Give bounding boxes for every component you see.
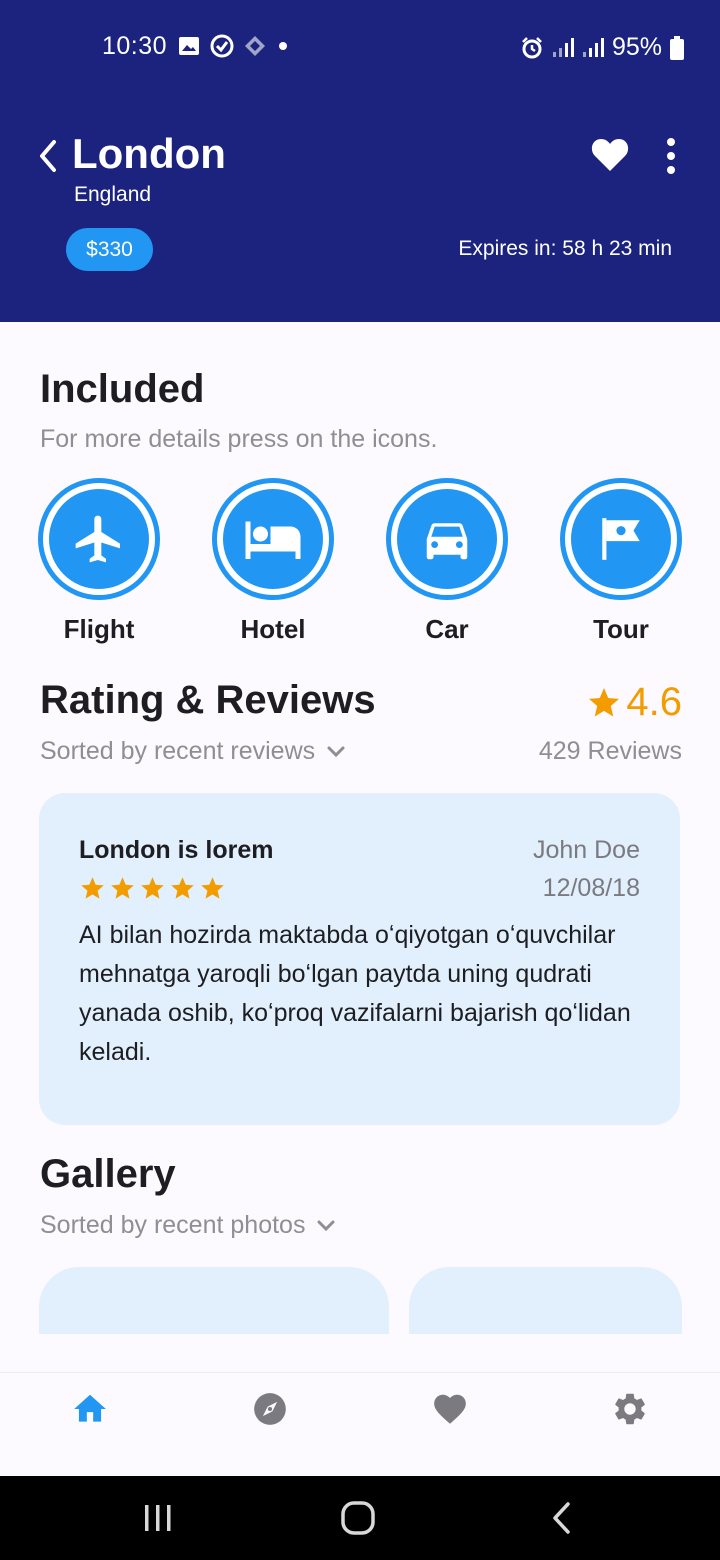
review-author: John Doe [532,836,640,864]
bottom-nav [0,1372,720,1476]
reviews-title: Rating & Reviews [40,678,376,722]
compass-icon [254,1393,286,1425]
included-subtitle: For more details press on the icons. [40,425,438,453]
dot-icon [279,42,287,50]
included-circle [397,489,497,589]
star-icon [201,877,224,899]
star-icon [81,877,104,899]
favorite-button[interactable] [590,137,630,173]
chevron-left-icon [40,140,56,172]
country-label: England [74,183,152,206]
system-nav-bar [0,1476,720,1560]
back-icon [553,1502,570,1534]
included-label-car: Car [425,614,469,644]
heart-icon [434,1394,466,1424]
car-icon [426,523,468,560]
home-circle-icon [341,1501,375,1535]
more-options-button[interactable] [660,136,682,176]
messenger-icon [210,34,234,58]
recent-apps-icon [145,1505,171,1531]
status-icons-right: 95% [520,33,684,62]
included-title: Included [40,367,205,411]
status-icons-left [178,34,290,58]
gallery-sort-label: Sorted by recent photos [40,1211,306,1239]
gallery-sort-dropdown[interactable]: Sorted by recent photos [40,1211,337,1240]
star-icon [141,877,164,899]
status-bar: 10:30 95% [0,0,720,94]
star-icon [171,877,194,899]
more-vert-icon [667,138,675,174]
expires-label: Expires in: 58 h 23 min [458,237,672,260]
rating-value: 4.6 [626,680,682,724]
flag-icon [602,518,640,560]
gallery-photo[interactable] [39,1267,389,1334]
rating-summary: 4.6 [586,680,682,725]
review-title: London is lorem [79,836,274,864]
review-card[interactable]: London is lorem John Doe 12/08/18 AI bil… [39,793,680,1125]
heart-icon [591,139,629,171]
home-icon [74,1394,106,1422]
nav-explore[interactable] [250,1389,290,1429]
bed-icon [245,521,301,559]
included-ring [386,478,508,600]
chevron-down-icon [317,1220,335,1231]
included-label-hotel: Hotel [240,614,306,644]
review-body: AI bilan hozirda maktabda oʻqiyotgan oʻq… [79,921,631,1066]
status-time: 10:30 [102,32,168,60]
included-circle [571,489,671,589]
included-ring [38,478,160,600]
signal-icon [582,37,604,57]
diamond-icon [245,36,265,56]
included-item-flight[interactable]: Flight [37,478,161,645]
gallery-photo[interactable] [409,1267,682,1334]
image-icon [179,37,199,55]
star-icon [111,877,134,899]
review-stars [79,875,226,902]
nav-home[interactable] [70,1389,110,1429]
reviews-count: 429 Reviews [538,737,682,765]
review-date: 12/08/18 [542,874,640,902]
price-badge: $330 [66,228,153,271]
signal-icon [552,37,574,57]
battery-percent: 95% [611,33,662,61]
nav-favorites[interactable] [430,1389,470,1429]
settings-icon [615,1393,645,1425]
included-circle [49,489,149,589]
included-ring [212,478,334,600]
star-icon [589,687,620,716]
reviews-sort-label: Sorted by recent reviews [40,737,316,765]
included-ring [560,478,682,600]
home-system-button[interactable] [338,1498,378,1538]
included-label-tour: Tour [593,614,649,644]
chevron-down-icon [327,746,345,757]
back-system-button[interactable] [544,1498,578,1538]
alarm-icon [522,36,542,58]
recent-apps-button[interactable] [140,1498,176,1538]
included-circle [223,489,323,589]
gallery-title: Gallery [40,1152,176,1196]
page-title: London [72,130,226,177]
nav-settings[interactable] [610,1389,650,1429]
included-label-flight: Flight [63,614,135,644]
included-item-hotel[interactable]: Hotel [211,478,335,645]
reviews-sort-dropdown[interactable]: Sorted by recent reviews [40,737,347,766]
airplane-icon [75,515,120,563]
header: 10:30 95% London England $330 Expires in… [0,0,720,322]
battery-icon [670,35,684,60]
included-item-tour[interactable]: Tour [559,478,683,645]
included-item-car[interactable]: Car [385,478,509,645]
back-button[interactable] [30,136,64,176]
